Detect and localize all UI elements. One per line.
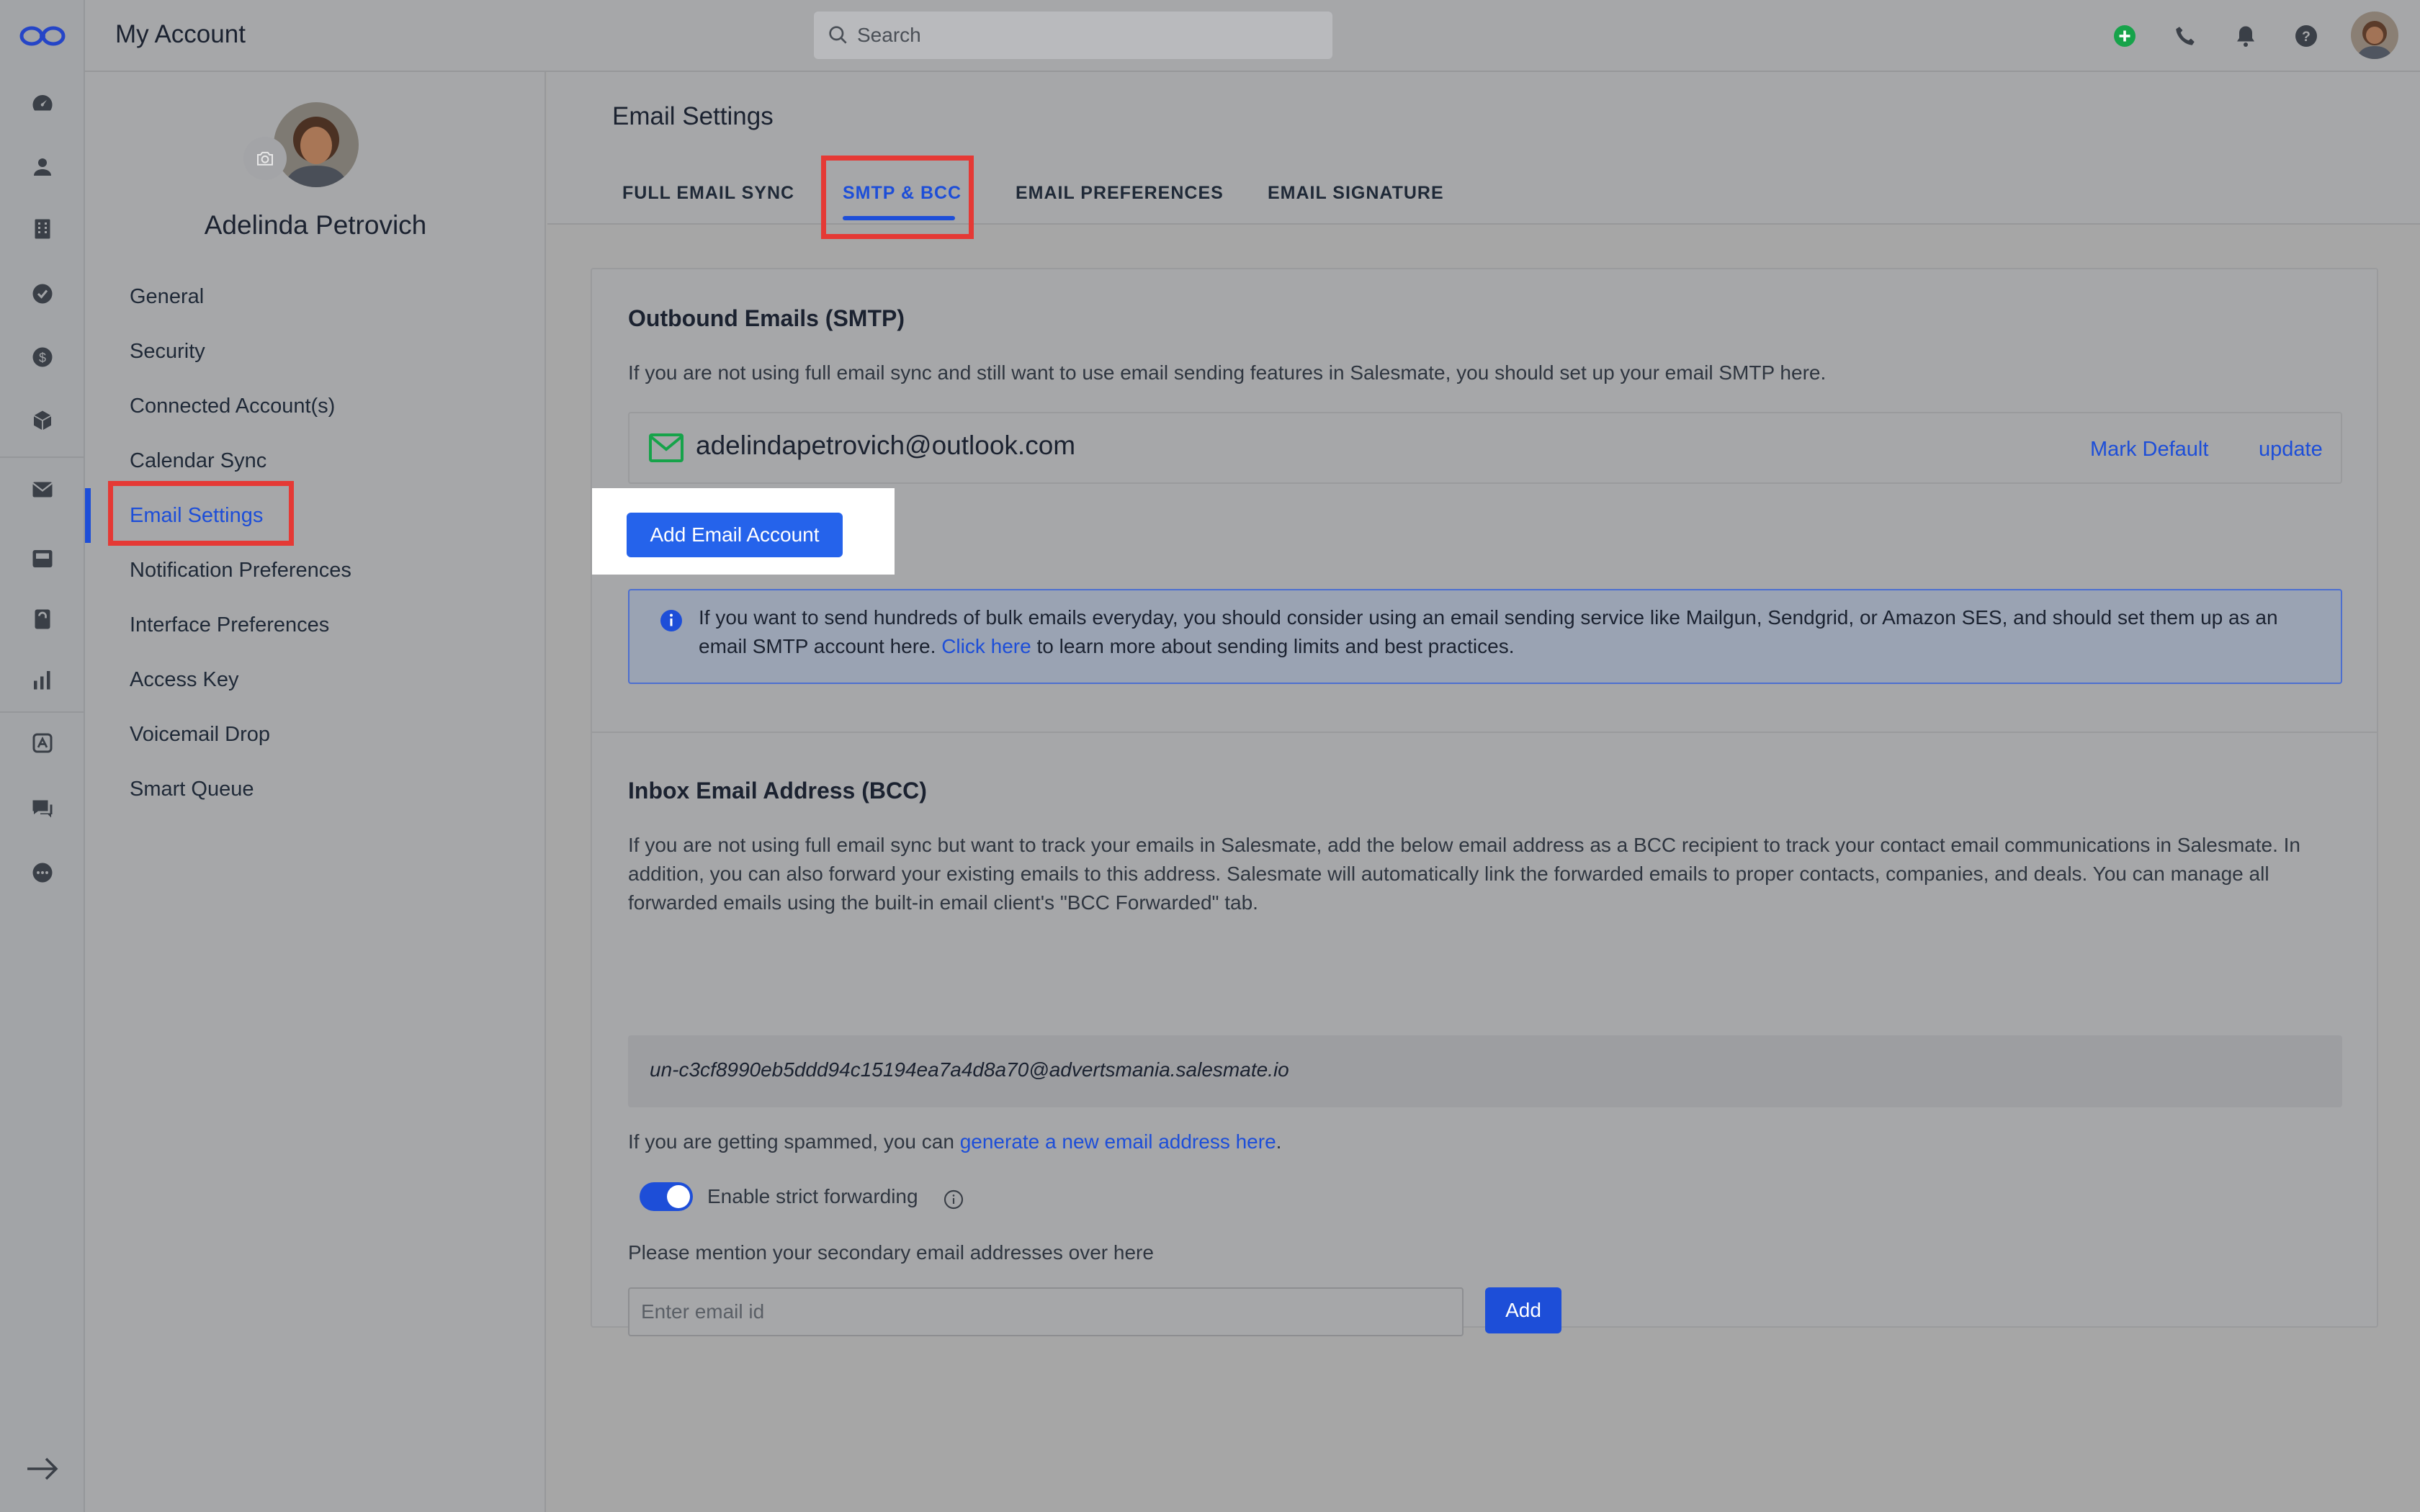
svg-text:$: $ [39,351,46,365]
tasks-icon[interactable] [28,279,57,308]
info-text: If you want to send hundreds of bulk ema… [699,603,2326,661]
spam-end: . [1276,1130,1282,1153]
click-here-link[interactable]: Click here [941,635,1031,657]
expand-arrow-icon[interactable] [26,1454,59,1483]
deals-icon[interactable]: $ [28,343,57,372]
generate-address-link[interactable]: generate a new email address here [960,1130,1276,1153]
update-link[interactable]: update [2259,438,2323,462]
rail-divider [0,456,85,458]
smtp-account-email: adelindapetrovich@outlook.com [696,431,1076,460]
more-icon[interactable] [28,858,57,887]
info-icon [660,610,682,631]
secondary-email-input[interactable] [628,1287,1464,1336]
search-icon [829,26,847,44]
phone-icon[interactable] [2171,22,2200,50]
chat-icon[interactable] [28,793,57,822]
logo-icon[interactable] [19,22,66,50]
profile-name: Adelinda Petrovich [204,210,427,240]
icon-rail: $ [0,0,85,1512]
bcc-address-box[interactable]: un-c3cf8990eb5ddd94c15194ea7a4d8a70@adve… [628,1035,2342,1107]
mark-default-link[interactable]: Mark Default [2090,438,2208,462]
main-content: Email Settings FULL EMAIL SYNC SMTP & BC… [547,72,2420,1512]
page-title: My Account [115,20,246,48]
bcc-address: un-c3cf8990eb5ddd94c15194ea7a4d8a70@adve… [650,1058,1289,1081]
smtp-account-row: adelindapetrovich@outlook.com Mark Defau… [628,412,2342,484]
info-banner: If you want to send hundreds of bulk ema… [628,589,2342,684]
calls-icon[interactable] [28,605,57,634]
products-icon[interactable] [28,406,57,435]
highlight-box [108,481,294,546]
contacts-icon[interactable] [28,153,57,181]
sidebar-item-general[interactable]: General [130,281,204,312]
svg-text:?: ? [2302,29,2311,45]
top-bar: My Account ? [85,0,2420,72]
camera-icon [257,151,273,166]
smtp-section-title: Outbound Emails (SMTP) [628,305,905,331]
smtp-description: If you are not using full email sync and… [628,361,1827,384]
add-secondary-email-button[interactable]: Add [1485,1287,1561,1333]
strict-forwarding-toggle[interactable] [640,1182,693,1211]
help-icon[interactable]: ? [2292,22,2321,50]
rail-divider [0,711,85,713]
companies-icon[interactable] [28,215,57,243]
bcc-section-title: Inbox Email Address (BCC) [628,778,927,804]
tab-full-email-sync[interactable]: FULL EMAIL SYNC [622,183,794,204]
highlight-box [821,156,974,239]
section-page-title: Email Settings [612,102,774,130]
sidebar-item-access-key[interactable]: Access Key [130,664,239,696]
secondary-emails-label: Please mention your secondary email addr… [628,1241,1154,1264]
mail-icon [649,433,684,462]
strict-forwarding-info-icon[interactable] [942,1188,965,1211]
add-icon[interactable] [2110,22,2139,50]
sidebar-item-security[interactable]: Security [130,336,205,367]
strict-forwarding-label: Enable strict forwarding [707,1185,918,1207]
sidebar-item-voicemail-drop[interactable]: Voicemail Drop [130,719,270,750]
sidebar-item-calendar-sync[interactable]: Calendar Sync [130,445,266,477]
reports-icon[interactable] [28,665,57,694]
search-box[interactable] [814,12,1332,59]
inbox-icon[interactable] [28,544,57,573]
add-email-account-button[interactable]: Add Email Account [627,513,843,557]
section-divider [592,732,2377,733]
sidebar-item-notification-preferences[interactable]: Notification Preferences [130,554,351,586]
search-input[interactable] [857,12,1318,59]
active-indicator [85,488,91,543]
email-icon[interactable] [28,475,57,504]
info-text-after: to learn more about sending limits and b… [1031,635,1515,657]
change-photo-button[interactable] [243,137,287,180]
spam-line: If you are getting spammed, you can gene… [628,1130,1281,1153]
settings-card: Outbound Emails (SMTP) If you are not us… [591,268,2378,1336]
sidebar-item-smart-queue[interactable]: Smart Queue [130,773,254,805]
sidebar-item-connected-accounts[interactable]: Connected Account(s) [130,390,335,422]
user-avatar[interactable] [2351,12,2398,59]
profile-photo [274,102,359,187]
toggle-knob [667,1185,690,1208]
spam-text: If you are getting spammed, you can [628,1130,960,1153]
add-account-highlight: Add Email Account [592,488,895,575]
notifications-bell-icon[interactable] [2231,22,2260,50]
bcc-description: If you are not using full email sync but… [628,834,2300,914]
sidebar-item-interface-preferences[interactable]: Interface Preferences [130,609,329,641]
main-header: Email Settings FULL EMAIL SYNC SMTP & BC… [547,72,2420,239]
account-sidebar: Adelinda Petrovich General Security Conn… [85,72,546,1512]
automation-icon[interactable] [28,729,57,757]
tab-email-preferences[interactable]: EMAIL PREFERENCES [1016,183,1224,204]
tab-email-signature[interactable]: EMAIL SIGNATURE [1268,183,1444,204]
dashboard-icon[interactable] [28,89,57,118]
